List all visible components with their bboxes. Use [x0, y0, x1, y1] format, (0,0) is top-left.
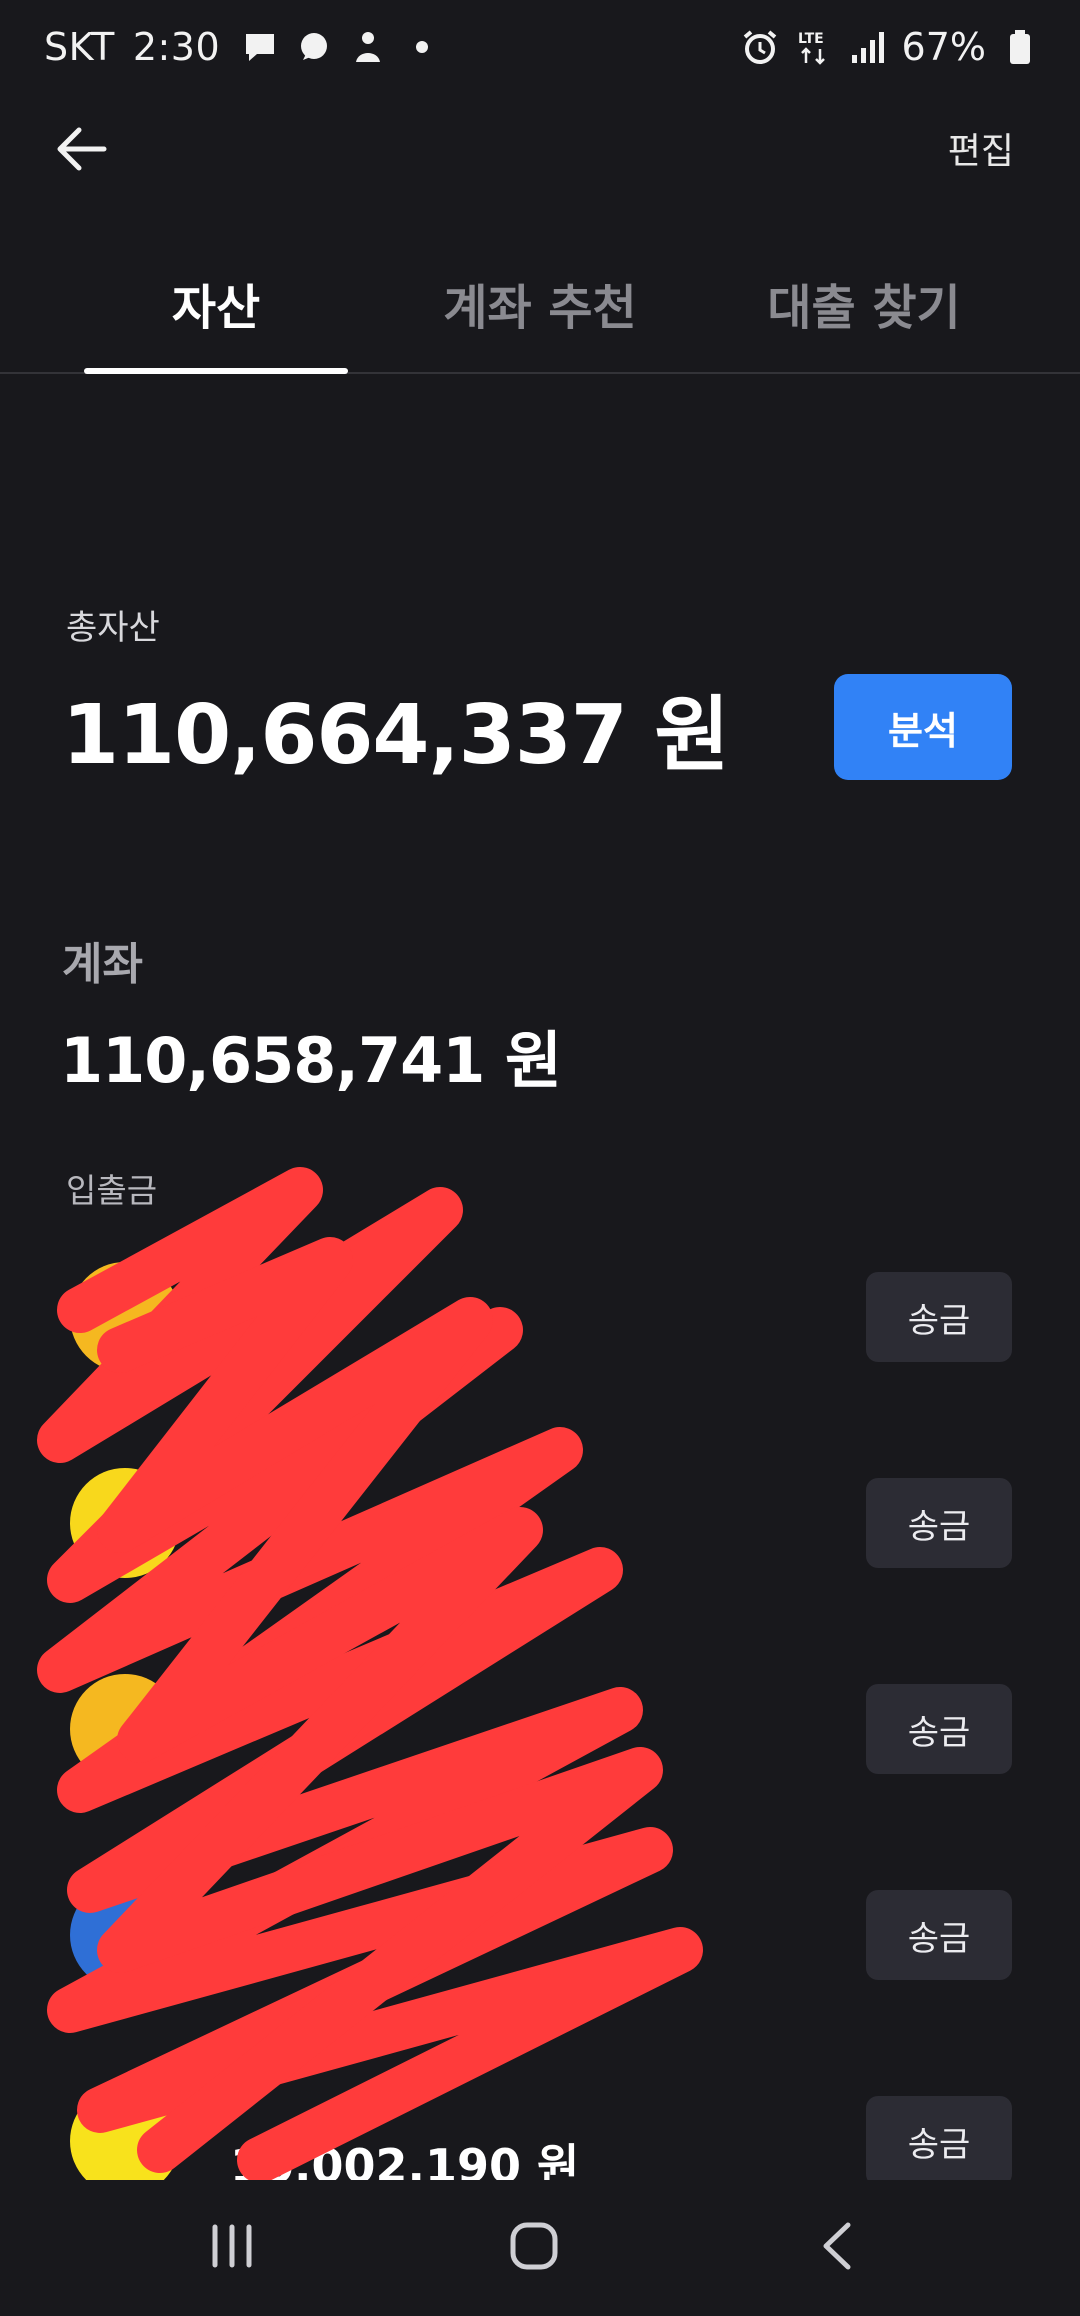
- transfer-button[interactable]: 송금: [866, 1890, 1012, 1980]
- status-bar: SKT 2:30 LTE 67%: [0, 0, 1080, 96]
- messenger-icon: [294, 27, 334, 67]
- lte-icon: LTE: [794, 27, 834, 67]
- transfer-button[interactable]: 송금: [866, 1684, 1012, 1774]
- tab-assets[interactable]: 자산: [84, 268, 348, 338]
- clock: 2:30: [132, 25, 221, 69]
- bank-logo-icon: [70, 1468, 180, 1578]
- alarm-icon: [740, 27, 780, 67]
- dot-icon: [402, 27, 442, 67]
- account-balance: 10,002,190 원: [230, 2139, 580, 2180]
- bank-logo-icon: [70, 1262, 180, 1372]
- account-row[interactable]: 송금: [0, 1642, 1080, 1848]
- chevron-left-icon: [818, 2221, 858, 2275]
- svg-text:LTE: LTE: [798, 31, 824, 47]
- battery-level: 67%: [901, 25, 986, 69]
- total-assets-label: 총자산: [66, 608, 160, 648]
- person-icon: [348, 27, 388, 67]
- accounts-section-title: 계좌: [62, 939, 143, 990]
- arrow-left-icon: [55, 126, 107, 176]
- tab-find-loan[interactable]: 대출 찾기: [732, 268, 996, 338]
- chat-icon: [240, 27, 280, 67]
- account-row[interactable]: 10,002,190 원 송금: [0, 2054, 1080, 2180]
- status-right: LTE 67%: [740, 20, 1040, 74]
- analysis-button[interactable]: 분석: [834, 674, 1012, 780]
- account-list: 송금 송금 송금 송금 10,002,190 원 송금: [0, 1230, 1080, 2180]
- tab-bar: 자산 계좌 추천 대출 찾기: [0, 250, 1080, 374]
- bank-logo-icon: [70, 1674, 180, 1784]
- status-left: SKT 2:30: [44, 20, 442, 74]
- carrier-label: SKT: [44, 25, 115, 69]
- app-bar: 편집: [0, 96, 1080, 206]
- home-icon: [509, 2221, 559, 2275]
- deposit-withdrawal-label: 입출금: [66, 1171, 158, 1210]
- total-assets-amount: 110,664,337 원: [62, 688, 730, 783]
- bank-logo-icon: [70, 2086, 180, 2180]
- system-nav-bar: [0, 2180, 1080, 2316]
- accounts-total-amount: 110,658,741 원: [60, 1024, 562, 1097]
- home-button[interactable]: [494, 2208, 574, 2288]
- transfer-button[interactable]: 송금: [866, 1478, 1012, 1568]
- recents-icon: [207, 2223, 257, 2273]
- battery-icon: [1000, 27, 1040, 67]
- tab-account-recommendation[interactable]: 계좌 추천: [408, 268, 672, 338]
- signal-icon: [848, 27, 888, 67]
- bank-logo-icon: [70, 1880, 180, 1990]
- recent-apps-button[interactable]: [192, 2208, 272, 2288]
- account-row[interactable]: 송금: [0, 1436, 1080, 1642]
- account-row[interactable]: 송금: [0, 1848, 1080, 2054]
- transfer-button[interactable]: 송금: [866, 1272, 1012, 1362]
- edit-button[interactable]: 편집: [948, 122, 1014, 174]
- app-screen: SKT 2:30 LTE 67% 편집 자산 계좌 추천 대출 찾기 총자산 1…: [0, 0, 1080, 2316]
- account-row[interactable]: 송금: [0, 1230, 1080, 1436]
- active-tab-indicator: [84, 368, 348, 374]
- transfer-button[interactable]: 송금: [866, 2096, 1012, 2180]
- system-back-button[interactable]: [798, 2208, 878, 2288]
- back-button[interactable]: [48, 118, 114, 184]
